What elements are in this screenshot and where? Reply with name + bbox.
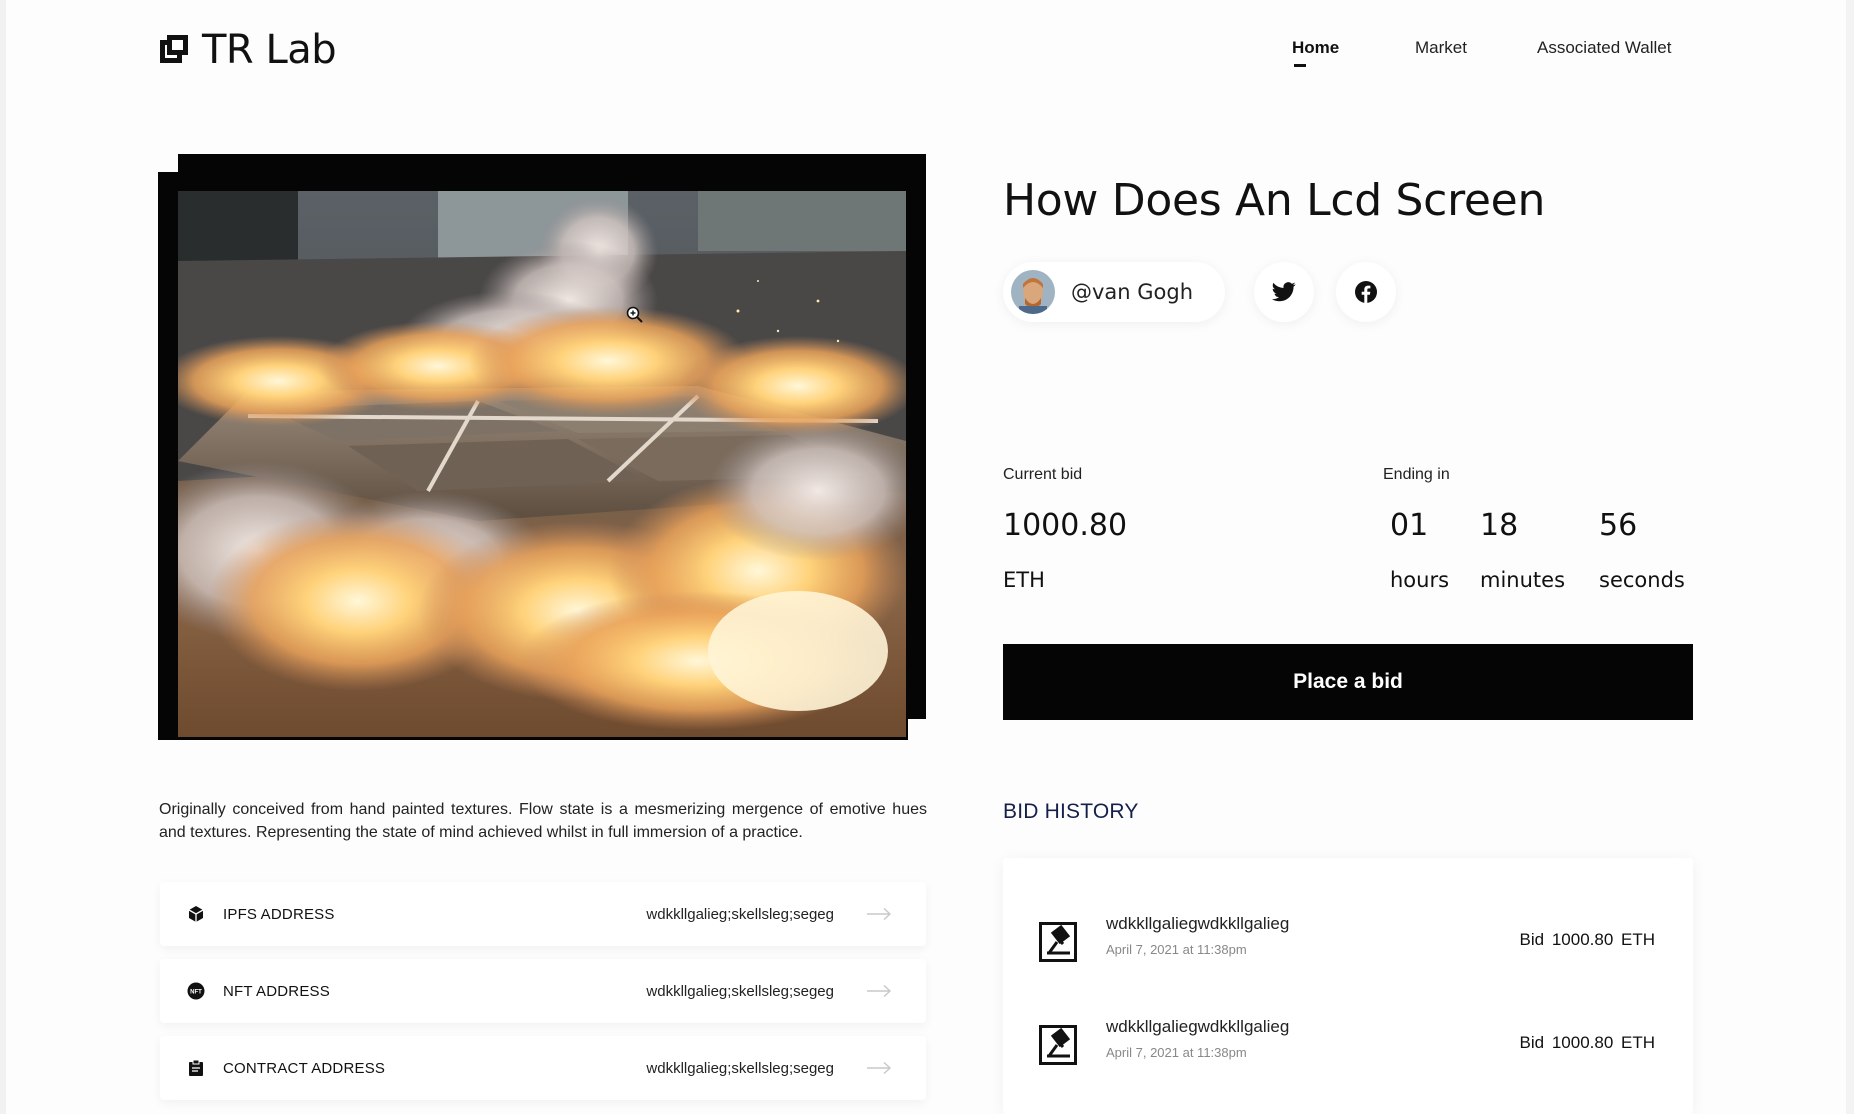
countdown-hours-label: hours	[1390, 568, 1450, 592]
facebook-share-button[interactable]	[1336, 262, 1396, 322]
arrow-right-icon[interactable]	[866, 1061, 892, 1075]
bid-history-row[interactable]: wdkkllgaliegwdkkllgalieg April 7, 2021 a…	[1003, 906, 1693, 986]
ending-in-label: Ending in	[1383, 466, 1450, 483]
auction-gavel-icon	[1039, 1025, 1077, 1065]
twitter-icon	[1272, 282, 1296, 302]
creator-handle: @van Gogh	[1071, 280, 1194, 304]
current-bid-value: 1000.80	[1003, 508, 1128, 543]
arrow-right-icon[interactable]	[866, 984, 892, 998]
countdown-minutes-label: minutes	[1480, 568, 1566, 592]
bid-amount: Bid 1000.80 ETH	[1519, 930, 1655, 949]
cube-icon	[188, 906, 204, 922]
logo-text: TR Lab	[202, 27, 337, 73]
bid-history-title: BID HISTORY	[1003, 800, 1139, 823]
bid-date: April 7, 2021 at 11:38pm	[1106, 942, 1247, 957]
artwork-description: Originally conceived from hand painted t…	[159, 801, 927, 841]
contract-address-row[interactable]: CONTRACT ADDRESS wdkkllgalieg;skellsleg;…	[160, 1036, 926, 1100]
bid-amount: Bid 1000.80 ETH	[1519, 1033, 1655, 1052]
nav-market[interactable]: Market	[1415, 38, 1467, 58]
address-value: wdkkllgalieg;skellsleg;segeg	[646, 1059, 834, 1077]
current-bid-label: Current bid	[1003, 466, 1083, 483]
address-value: wdkkllgalieg;skellsleg;segeg	[646, 982, 834, 1000]
bidder-name: wdkkllgaliegwdkkllgalieg	[1106, 1017, 1290, 1036]
place-bid-button[interactable]: Place a bid	[1003, 644, 1693, 720]
nav-wallet-label: Associated Wallet	[1537, 38, 1672, 57]
creator-avatar	[1011, 270, 1055, 314]
address-label: IPFS ADDRESS	[223, 905, 335, 923]
countdown-seconds-label: seconds	[1599, 568, 1685, 592]
item-title: How Does An Lcd Screen	[1003, 175, 1546, 226]
address-label: NFT ADDRESS	[223, 982, 330, 1000]
current-bid-unit: ETH	[1003, 568, 1045, 592]
nav-home[interactable]: Home	[1292, 38, 1340, 67]
nft-badge-icon: NFT	[187, 982, 205, 1000]
artwork-frame	[158, 154, 926, 740]
countdown-hours: 01	[1390, 508, 1429, 543]
countdown-minutes: 18	[1480, 508, 1519, 543]
ipfs-address-row[interactable]: IPFS ADDRESS wdkkllgalieg;skellsleg;sege…	[160, 882, 926, 946]
nav-home-label: Home	[1292, 38, 1340, 57]
facebook-icon	[1355, 281, 1377, 303]
artwork-frame-front	[158, 172, 908, 740]
address-label: CONTRACT ADDRESS	[223, 1059, 386, 1077]
nav-active-indicator	[1294, 64, 1306, 67]
bid-history-row[interactable]: wdkkllgaliegwdkkllgalieg April 7, 2021 a…	[1003, 1009, 1693, 1089]
bid-history-list: wdkkllgaliegwdkkllgalieg April 7, 2021 a…	[1003, 858, 1693, 1114]
logo-mark-icon	[160, 35, 188, 65]
svg-text:NFT: NFT	[190, 990, 202, 996]
zoom-in-icon	[626, 306, 643, 323]
twitter-share-button[interactable]	[1254, 262, 1314, 322]
countdown-seconds: 56	[1599, 508, 1638, 543]
bid-date: April 7, 2021 at 11:38pm	[1106, 1045, 1247, 1060]
nft-address-row[interactable]: NFT NFT ADDRESS wdkkllgalieg;skellsleg;s…	[160, 959, 926, 1023]
artwork-image[interactable]	[178, 191, 906, 737]
logo[interactable]: TR Lab	[160, 27, 337, 73]
bidder-name: wdkkllgaliegwdkkllgalieg	[1106, 914, 1290, 933]
nav-associated-wallet[interactable]: Associated Wallet	[1537, 38, 1671, 58]
arrow-right-icon[interactable]	[866, 907, 892, 921]
nav-market-label: Market	[1415, 38, 1467, 57]
auction-gavel-icon	[1039, 922, 1077, 962]
address-value: wdkkllgalieg;skellsleg;segeg	[646, 905, 834, 923]
clipboard-icon	[189, 1059, 203, 1076]
creator-profile-link[interactable]: @van Gogh	[1003, 262, 1225, 322]
